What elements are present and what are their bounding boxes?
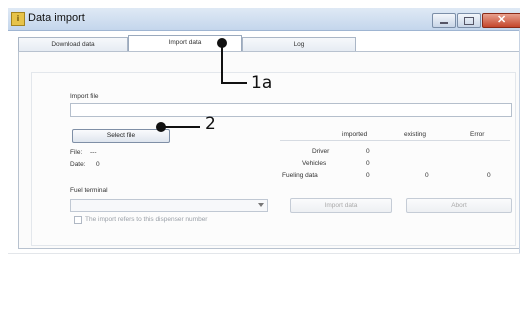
select-file-button[interactable]: Select file [72, 129, 170, 143]
callout-2-line [164, 126, 200, 128]
stats-divider [280, 140, 510, 141]
callout-2-label: 2 [205, 114, 216, 134]
row-vehicles-imported: 0 [366, 160, 370, 167]
file-value: --- [90, 149, 97, 156]
import-data-button[interactable]: Import data [290, 198, 392, 213]
window-title: Data import [28, 12, 85, 24]
tab-bar: Download data Import data Log [18, 35, 358, 52]
maximize-icon [464, 17, 474, 25]
row-fueling-error: 0 [487, 172, 491, 179]
callout-1a-label: 1a [251, 73, 273, 93]
header-existing: existing [404, 131, 427, 138]
title-bar: i Data import ✕ [8, 8, 520, 31]
header-error: Error [470, 131, 485, 138]
row-fueling-imported: 0 [366, 172, 370, 179]
close-icon: ✕ [497, 14, 507, 26]
import-file-field[interactable] [70, 103, 512, 117]
row-driver-imported: 0 [366, 148, 370, 155]
minimize-button[interactable] [432, 13, 456, 28]
row-fueling-existing: 0 [425, 172, 429, 179]
row-vehicles-label: Vehicles [302, 160, 327, 167]
import-file-label: Import file [70, 93, 99, 100]
row-driver-label: Driver [312, 148, 330, 155]
import-section: Import file Select file File: --- Date: … [31, 72, 516, 246]
dispenser-checkbox[interactable] [74, 216, 82, 224]
callout-1a-line-vertical [221, 44, 223, 84]
minimize-icon [440, 22, 448, 24]
row-fueling-label: Fueling data [282, 172, 318, 179]
date-label: Date: [70, 161, 86, 168]
close-button[interactable]: ✕ [482, 13, 520, 28]
tab-download-data[interactable]: Download data [18, 37, 128, 51]
fuel-terminal-select[interactable] [70, 199, 268, 212]
app-icon: i [11, 12, 25, 26]
tab-log[interactable]: Log [242, 37, 356, 51]
maximize-button[interactable] [457, 13, 481, 28]
fuel-terminal-label: Fuel terminal [70, 187, 108, 194]
callout-1a-line-horizontal [221, 82, 247, 84]
file-label: File: [70, 149, 83, 156]
dispenser-checkbox-label: The import refers to this dispenser numb… [85, 216, 208, 223]
header-imported: imported [342, 131, 368, 138]
abort-button[interactable]: Abort [406, 198, 512, 213]
lower-area [8, 253, 520, 322]
date-value: 0 [96, 161, 100, 168]
data-import-window: i Data import ✕ Download data Import dat… [8, 8, 520, 322]
chevron-down-icon [258, 203, 264, 207]
